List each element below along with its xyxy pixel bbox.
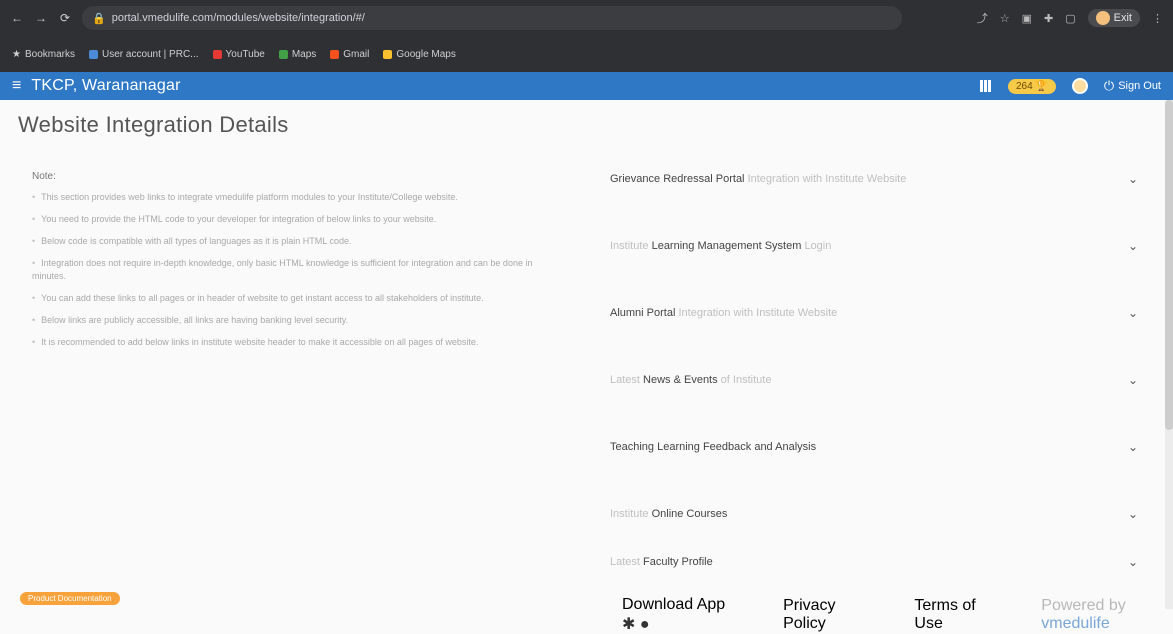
profile-button[interactable]: Exit	[1087, 9, 1140, 27]
browser-actions: ⤴ ☆ ▣ ✚ ▢ Exit ⋮	[977, 9, 1163, 27]
accordion-item-faculty[interactable]: Latest Faculty Profile ⌄	[610, 547, 1150, 577]
footer: Download App ✱ ● Privacy Policy Terms of…	[622, 596, 1173, 634]
bookmark-item[interactable]: Gmail	[330, 49, 369, 60]
browser-chrome: ← → ⟳ 🔒 portal.vmedulife.com/modules/web…	[0, 0, 1173, 72]
page-scrollbar[interactable]	[1165, 100, 1173, 609]
bookmarks-bar: ★ Bookmarks User account | PRC... YouTube…	[0, 36, 1173, 72]
note-item: Below links are publicly accessible, all…	[32, 314, 562, 327]
note-item: You can add these links to all pages or …	[32, 292, 562, 305]
scroll-thumb[interactable]	[1165, 100, 1173, 430]
power-icon: ⏻	[1103, 78, 1115, 93]
browser-toolbar: ← → ⟳ 🔒 portal.vmedulife.com/modules/web…	[0, 0, 1173, 36]
maps-icon	[383, 49, 393, 59]
accordion-item-grievance[interactable]: Grievance Redressal Portal Integration w…	[610, 145, 1150, 212]
bookmark-item[interactable]: Google Maps	[383, 49, 456, 60]
accordion-label: Institute Online Courses	[610, 507, 728, 520]
forward-icon[interactable]: →	[34, 11, 48, 25]
note-item: It is recommended to add below links in …	[32, 336, 562, 349]
profile-avatar	[1095, 11, 1110, 25]
accordion-item-lms[interactable]: Institute Learning Management System Log…	[610, 212, 1150, 279]
accordion-label: Latest Faculty Profile	[610, 556, 713, 568]
chevron-down-icon[interactable]: ⌄	[1128, 440, 1138, 454]
menu-icon[interactable]: ≡	[12, 77, 21, 95]
institute-title: TKCP, Warananagar	[31, 77, 181, 94]
sign-out-button[interactable]: ⏻ Sign Out	[1104, 78, 1161, 94]
bookmark-item[interactable]: Maps	[278, 49, 316, 60]
gmail-icon	[330, 49, 340, 59]
maps-icon	[278, 49, 288, 59]
accordion-item-alumni[interactable]: Alumni Portal Integration with Institute…	[610, 279, 1150, 346]
sidebar-icon[interactable]: ▢	[1065, 12, 1075, 25]
download-app-link[interactable]: Download App ✱ ●	[622, 596, 735, 634]
star-icon: ★	[12, 48, 21, 60]
accordion-label: Grievance Redressal Portal Integration w…	[610, 172, 907, 185]
apps-grid-icon[interactable]	[979, 80, 992, 92]
note-item: Integration does not require in-depth kn…	[32, 257, 562, 283]
user-avatar[interactable]	[1071, 78, 1088, 94]
chevron-down-icon[interactable]: ⌄	[1128, 172, 1138, 186]
android-icon[interactable]: ✱	[622, 616, 635, 633]
note-list: This section provides web links to integ…	[32, 191, 562, 349]
note-item: Below code is compatible with all types …	[32, 235, 562, 248]
chevron-down-icon[interactable]: ⌄	[1128, 507, 1138, 521]
puzzle-icon[interactable]: ✚	[1044, 12, 1053, 25]
accordion-item-news[interactable]: Latest News & Events of Institute ⌄	[610, 346, 1150, 413]
page-icon	[88, 49, 98, 59]
bookmark-item[interactable]: ★ Bookmarks	[12, 49, 75, 60]
accordion-label: Institute Learning Management System Log…	[610, 239, 832, 252]
accordion-item-courses[interactable]: Institute Online Courses ⌄	[610, 480, 1150, 547]
points-badge[interactable]: 264 🏆	[1007, 78, 1056, 94]
chevron-down-icon[interactable]: ⌄	[1128, 239, 1138, 253]
star-icon[interactable]: ☆	[1000, 12, 1010, 25]
chevron-down-icon[interactable]: ⌄	[1128, 306, 1138, 320]
more-icon[interactable]: ⋮	[1152, 12, 1163, 25]
sign-out-label: Sign Out	[1118, 80, 1161, 92]
lock-icon: 🔒	[92, 12, 106, 25]
page-title: Website Integration Details	[18, 112, 289, 137]
reload-icon[interactable]: ⟳	[58, 11, 72, 25]
address-bar[interactable]: 🔒 portal.vmedulife.com/modules/website/i…	[82, 6, 902, 30]
note-heading: Note:	[32, 171, 56, 182]
note-section: Note: This section provides web links to…	[32, 170, 562, 358]
accordion-item-feedback[interactable]: Teaching Learning Feedback and Analysis …	[610, 413, 1150, 480]
integration-accordion: Grievance Redressal Portal Integration w…	[610, 145, 1150, 577]
powered-by[interactable]: Powered by vmedulife	[1041, 597, 1173, 633]
apple-icon[interactable]: ●	[640, 616, 650, 633]
share-icon[interactable]: ⤴	[977, 10, 988, 26]
note-item: You need to provide the HTML code to you…	[32, 213, 562, 226]
bookmark-item[interactable]: User account | PRC...	[88, 49, 199, 60]
product-documentation-button[interactable]: Product Documentation	[20, 592, 120, 605]
accordion-label: Teaching Learning Feedback and Analysis	[610, 440, 817, 453]
privacy-policy-link[interactable]: Privacy Policy	[783, 597, 866, 633]
url-text: portal.vmedulife.com/modules/website/int…	[111, 12, 365, 24]
accordion-label: Alumni Portal Integration with Institute…	[610, 306, 838, 319]
note-item: This section provides web links to integ…	[32, 191, 562, 204]
bookmark-item[interactable]: YouTube	[212, 49, 265, 60]
profile-label: Exit	[1113, 12, 1132, 24]
accordion-label: Latest News & Events of Institute	[610, 373, 772, 386]
back-icon[interactable]: ←	[10, 11, 24, 25]
extension-icon[interactable]: ▣	[1022, 12, 1032, 25]
terms-of-use-link[interactable]: Terms of Use	[914, 597, 993, 633]
app-header: ≡ TKCP, Warananagar 264 🏆 ⏻ Sign Out	[0, 72, 1173, 100]
chevron-down-icon[interactable]: ⌄	[1128, 373, 1138, 387]
youtube-icon	[212, 49, 222, 59]
chevron-down-icon[interactable]: ⌄	[1128, 555, 1138, 569]
header-actions: 264 🏆 ⏻ Sign Out	[979, 78, 1161, 94]
